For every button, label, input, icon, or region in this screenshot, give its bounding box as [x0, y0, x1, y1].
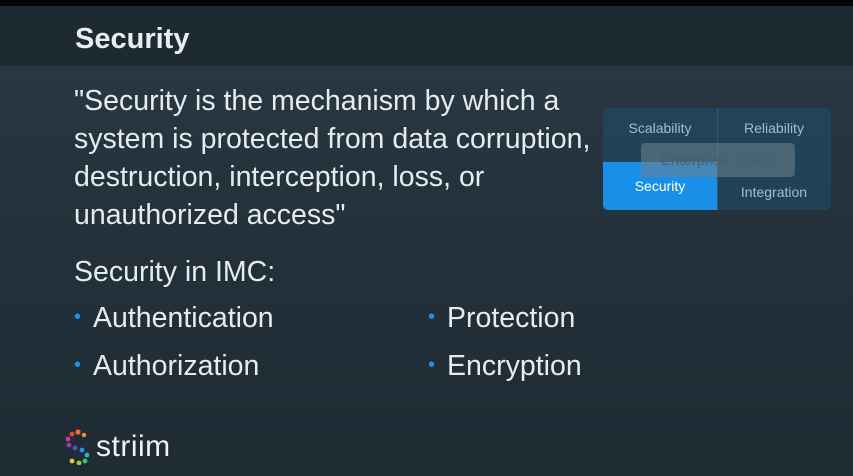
- security-quote: "Security is the mechanism by which a sy…: [74, 85, 591, 231]
- feature-integration: Integration: [740, 184, 808, 200]
- feature-scalability: Scalability: [628, 120, 692, 136]
- bullet-label: Authorization: [93, 350, 260, 382]
- bullet-item: • Authorization: [74, 350, 259, 383]
- bullet-dot-icon: •: [428, 306, 436, 328]
- bullet-item: • Protection: [428, 302, 575, 335]
- bullet-item: • Authentication: [74, 302, 274, 335]
- bullet-dot-icon: •: [74, 354, 82, 376]
- feature-widget: Scalability Reliability Security Integra…: [603, 108, 831, 210]
- feature-enterprise-grade: Enterprise Grade: [641, 143, 795, 177]
- bullet-item: • Encryption: [428, 350, 582, 383]
- slide-title: Security: [75, 23, 190, 55]
- striim-logo: striim: [62, 429, 171, 465]
- bullet-label: Encryption: [447, 350, 582, 382]
- slide: Security "Security is the mechanism by w…: [0, 6, 853, 476]
- bullet-list: • Authentication • Protection • Authorizati…: [74, 302, 634, 402]
- title-bar: Security: [0, 6, 853, 66]
- feature-reliability: Reliability: [744, 120, 804, 136]
- section-heading: Security in IMC:: [74, 256, 276, 288]
- bullet-label: Authentication: [93, 302, 274, 334]
- logo-text: striim: [96, 430, 171, 463]
- striim-logo-icon: [65, 429, 90, 465]
- bullet-label: Protection: [447, 302, 576, 334]
- bullet-dot-icon: •: [74, 306, 82, 328]
- bullet-dot-icon: •: [428, 354, 436, 376]
